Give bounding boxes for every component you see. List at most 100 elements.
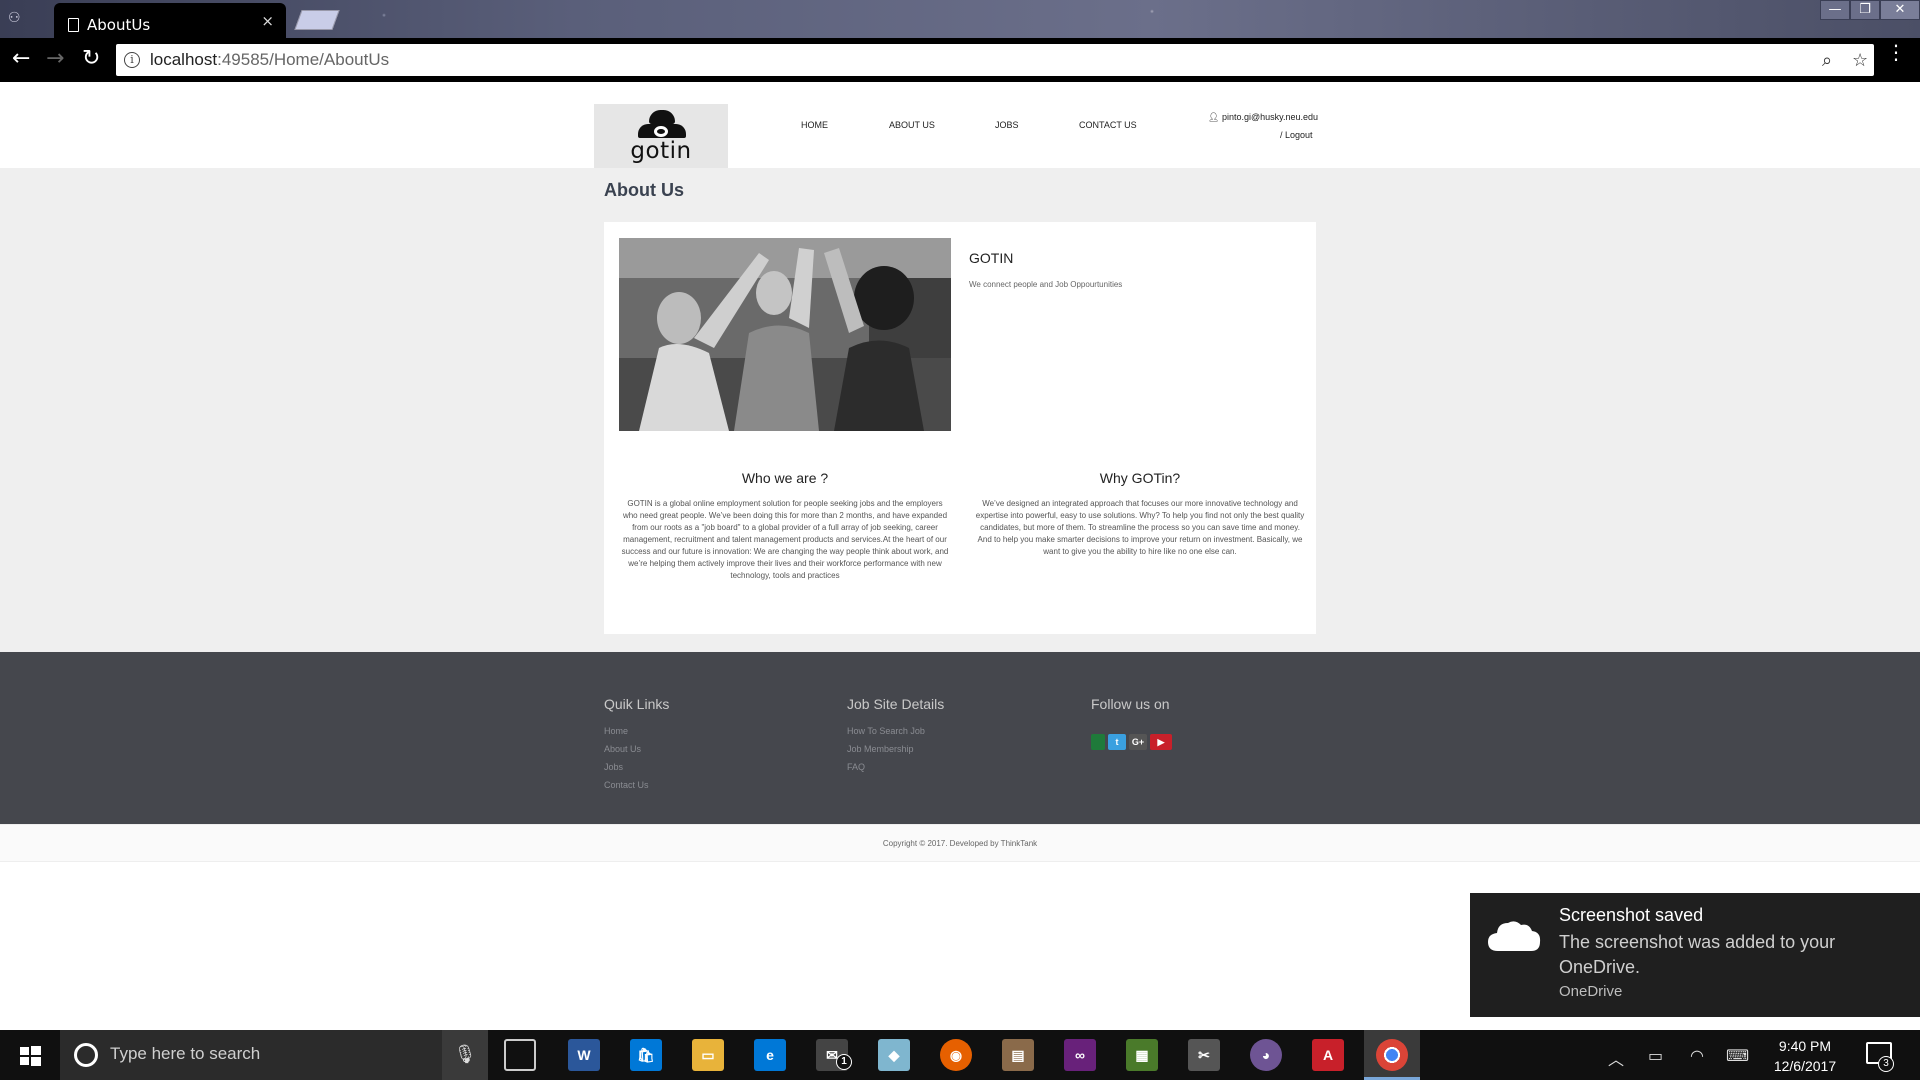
who-heading: Who we are ?: [741, 470, 829, 486]
chrome-profile-icon[interactable]: ⚇: [8, 10, 30, 28]
gotin-logo[interactable]: gotin: [594, 104, 728, 168]
acrobat-icon[interactable]: A: [1312, 1039, 1344, 1071]
footer-link-membership[interactable]: Job Membership: [847, 744, 914, 754]
file-explorer-icon[interactable]: ▭: [692, 1039, 724, 1071]
reload-icon[interactable]: ↻: [82, 46, 100, 71]
nav-contact-us[interactable]: CONTACT US: [1079, 120, 1137, 130]
cloud-icon: [1488, 921, 1541, 951]
footer-link-about-us[interactable]: About Us: [604, 744, 641, 754]
toast-app-name: OneDrive: [1559, 983, 1623, 1000]
address-bar[interactable]: i localhost:49585/Home/AboutUs ⌕ ☆: [116, 44, 1874, 76]
page-title: About Us: [604, 180, 684, 200]
toast-title: Screenshot saved: [1559, 905, 1704, 925]
battery-icon[interactable]: ▭: [1648, 1046, 1663, 1065]
store-icon[interactable]: 🛍︎: [630, 1039, 662, 1071]
url-text[interactable]: localhost:49585/Home/AboutUs: [150, 50, 389, 70]
page-icon: [68, 18, 79, 32]
clock-time: 9:40 PM: [1778, 1038, 1832, 1054]
url-host: localhost: [150, 50, 218, 69]
gotin-tagline: We connect people and Job Oppourtunities: [969, 280, 1123, 289]
word-icon[interactable]: W: [568, 1039, 600, 1071]
app-icon[interactable]: ◆: [878, 1039, 910, 1071]
windows-logo-pane: [31, 1046, 41, 1055]
zoom-icon[interactable]: ⌕: [1822, 50, 1832, 71]
youtube-icon[interactable]: ▶: [1150, 734, 1172, 750]
user-account[interactable]: 👤︎ pinto.gi@husky.neu.edu: [1208, 112, 1318, 123]
team-photo: [619, 238, 951, 431]
bookmark-star-icon[interactable]: ☆: [1852, 50, 1868, 71]
logout-link[interactable]: / Logout: [1280, 130, 1313, 140]
nav-about-us[interactable]: ABOUT US: [889, 120, 935, 130]
social-links: t G+ ▶: [1091, 734, 1172, 750]
tab-aboutus[interactable]: AboutUs ×: [54, 3, 286, 39]
logo-figure-head: [649, 110, 675, 124]
why-heading: Why GOTin?: [1099, 470, 1181, 486]
logo-wordmark: gotin: [630, 138, 692, 164]
tab-title: AboutUs: [87, 16, 151, 34]
user-icon: 👤︎: [1208, 112, 1220, 122]
cortana-icon: [74, 1043, 98, 1067]
tools-icon[interactable]: ✂: [1188, 1039, 1220, 1071]
chrome-menu-icon[interactable]: ⋮: [1886, 42, 1906, 62]
footer-link-contact-us[interactable]: Contact Us: [604, 780, 649, 790]
info-icon[interactable]: i: [124, 52, 140, 68]
logo-figure-ring: [654, 126, 668, 137]
twitter-icon[interactable]: t: [1108, 734, 1126, 750]
browser-titlebar: ⚇ AboutUs × — ❐ ✕: [0, 0, 1920, 39]
url-path: :49585/Home/AboutUs: [217, 50, 390, 69]
system-clock[interactable]: 9:40 PM 12/6/2017: [1760, 1036, 1850, 1076]
toast-message: The screenshot was added to your OneDriv…: [1559, 932, 1836, 977]
edge-icon[interactable]: e: [754, 1039, 786, 1071]
back-icon[interactable]: ←: [12, 46, 30, 71]
search-placeholder: Type here to search: [110, 1044, 261, 1063]
why-text: We’ve designed an integrated approach th…: [975, 499, 1305, 556]
keyboard-icon[interactable]: ⌨: [1726, 1046, 1749, 1065]
gotin-heading: GOTIN: [969, 250, 1014, 266]
web-page: gotin HOME ABOUT US JOBS CONTACT US 👤︎ p…: [0, 82, 1920, 1030]
mail-badge: 1: [836, 1054, 852, 1070]
onedrive-toast[interactable]: Screenshot saved The screenshot was adde…: [1470, 893, 1920, 1017]
wifi-icon[interactable]: ◠: [1690, 1046, 1704, 1065]
windows-logo-pane: [20, 1057, 29, 1065]
chrome-icon[interactable]: [1376, 1039, 1408, 1071]
firefox-icon[interactable]: ◉: [940, 1039, 972, 1071]
footer-link-home[interactable]: Home: [604, 726, 628, 736]
clock-date: 12/6/2017: [1773, 1058, 1837, 1074]
window-controls: — ❐ ✕: [1820, 0, 1920, 20]
footer-link-jobs[interactable]: Jobs: [604, 762, 623, 772]
user-email: pinto.gi@husky.neu.edu: [1221, 112, 1318, 122]
start-button[interactable]: [0, 1030, 60, 1080]
restore-button[interactable]: ❐: [1850, 0, 1880, 20]
visual-studio-icon[interactable]: ∞: [1064, 1039, 1096, 1071]
windows-logo-pane: [20, 1047, 29, 1055]
github-icon[interactable]: ◕: [1250, 1039, 1282, 1071]
site-footer: Quik Links Home About Us Jobs Contact Us…: [0, 652, 1920, 824]
who-text: GOTIN is a global online employment solu…: [621, 499, 949, 580]
tab-close-icon[interactable]: ×: [261, 12, 274, 30]
forward-icon[interactable]: →: [46, 46, 64, 71]
microphone-icon[interactable]: 🎙︎: [442, 1030, 488, 1080]
copyright-bar: Copyright © 2017. Developed by ThinkTank: [0, 824, 1920, 862]
follow-heading: Follow us on: [1091, 696, 1170, 712]
job-site-details-heading: Job Site Details: [847, 696, 945, 712]
new-tab-button[interactable]: [294, 10, 340, 30]
browser-toolbar: ← → ↻ i localhost:49585/Home/AboutUs ⌕ ☆…: [0, 38, 1920, 82]
google-plus-icon[interactable]: G+: [1129, 734, 1147, 750]
taskbar-search[interactable]: Type here to search: [60, 1030, 488, 1080]
windows-logo-pane: [31, 1057, 41, 1066]
footer-link-how-to-search[interactable]: How To Search Job: [847, 726, 925, 736]
notification-count: 3: [1878, 1056, 1894, 1072]
site-header: gotin HOME ABOUT US JOBS CONTACT US 👤︎ p…: [0, 82, 1920, 168]
windows-taskbar: Type here to search 🎙︎ W 🛍︎ ▭ e ✉ 1 ◆ ◉ …: [0, 1030, 1920, 1080]
facebook-icon[interactable]: [1091, 734, 1105, 750]
footer-link-faq[interactable]: FAQ: [847, 762, 865, 772]
show-hidden-icons[interactable]: ︿: [1608, 1046, 1624, 1070]
task-view-icon[interactable]: [504, 1039, 536, 1071]
winrar-icon[interactable]: ▤: [1002, 1039, 1034, 1071]
nav-home[interactable]: HOME: [801, 120, 828, 130]
nav-jobs[interactable]: JOBS: [995, 120, 1019, 130]
minimize-button[interactable]: —: [1820, 0, 1850, 20]
close-window-button[interactable]: ✕: [1880, 0, 1920, 20]
chart-app-icon[interactable]: ▦: [1126, 1039, 1158, 1071]
copyright-text: Copyright © 2017. Developed by ThinkTank: [882, 839, 1038, 848]
